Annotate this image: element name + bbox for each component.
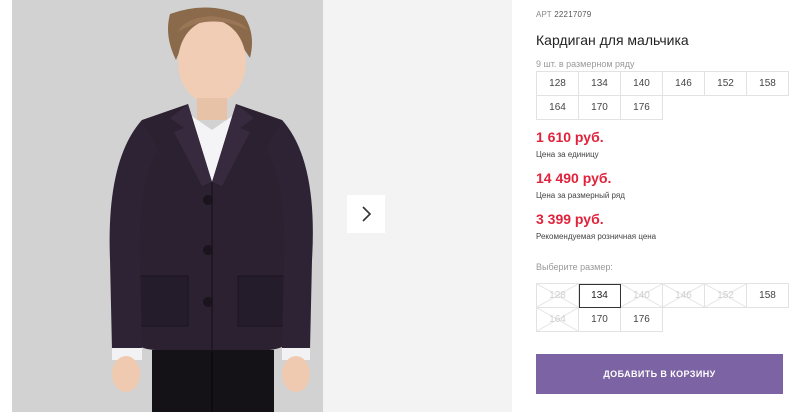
size-option[interactable]: 158: [747, 284, 789, 308]
size-option-label: 140: [633, 290, 650, 301]
unit-price-note: Цена за единицу: [536, 150, 599, 159]
size-option-label: 146: [675, 290, 692, 301]
pack-size-cell: 176: [621, 96, 663, 120]
pack-size-cell: 134: [579, 72, 621, 96]
size-option-label: 158: [759, 290, 776, 301]
pack-size-cell: 140: [621, 72, 663, 96]
add-to-cart-button[interactable]: ДОБАВИТЬ В КОРЗИНУ: [536, 354, 783, 394]
pack-size-cell: 164: [537, 96, 579, 120]
size-select-grid: 128 134 140 146 152 158 164 170 176: [536, 283, 789, 332]
pack-size-cell: 170: [579, 96, 621, 120]
sku: АРТ 22217079: [536, 10, 591, 19]
pack-size-cell: 146: [663, 72, 705, 96]
next-photo-button[interactable]: [347, 195, 385, 233]
size-option-label: 164: [549, 314, 566, 325]
unit-price: 1 610 руб.: [536, 129, 604, 145]
size-select-label: Выберите размер:: [536, 262, 613, 272]
size-option[interactable]: 170: [579, 308, 621, 332]
pack-size-grid: 128 134 140 146 152 158 164 170 176: [536, 71, 789, 120]
size-option-disabled: 164: [537, 308, 579, 332]
retail-price: 3 399 руб.: [536, 211, 604, 227]
chevron-right-icon: [362, 206, 372, 222]
product-page: АРТ 22217079 Кардиган для мальчика 9 шт.…: [0, 0, 800, 412]
size-option-label: 128: [549, 290, 566, 301]
pack-price: 14 490 руб.: [536, 170, 612, 186]
sku-prefix: АРТ: [536, 10, 552, 19]
product-title: Кардиган для мальчика: [536, 32, 689, 48]
size-option[interactable]: 176: [621, 308, 663, 332]
retail-price-note: Рекомендуемая розничная цена: [536, 232, 657, 241]
pack-size-cell: 128: [537, 72, 579, 96]
pack-label: 9 шт. в размерном ряду: [536, 59, 635, 69]
sku-number: 22217079: [554, 10, 592, 19]
size-option-selected[interactable]: 134: [579, 284, 621, 308]
size-option-disabled: 152: [705, 284, 747, 308]
size-option-label: 134: [591, 290, 608, 301]
size-option-label: 152: [717, 290, 734, 301]
size-option-disabled: 128: [537, 284, 579, 308]
product-photo-illustration: [12, 0, 323, 412]
size-option-label: 176: [633, 314, 650, 325]
size-option-disabled: 140: [621, 284, 663, 308]
size-option-disabled: 146: [663, 284, 705, 308]
pack-price-note: Цена за размерный ряд: [536, 191, 625, 200]
pack-size-cell: 152: [705, 72, 747, 96]
size-option-label: 170: [591, 314, 608, 325]
product-photo[interactable]: [12, 0, 323, 412]
pack-size-cell: 158: [747, 72, 789, 96]
product-gallery: [0, 0, 512, 412]
